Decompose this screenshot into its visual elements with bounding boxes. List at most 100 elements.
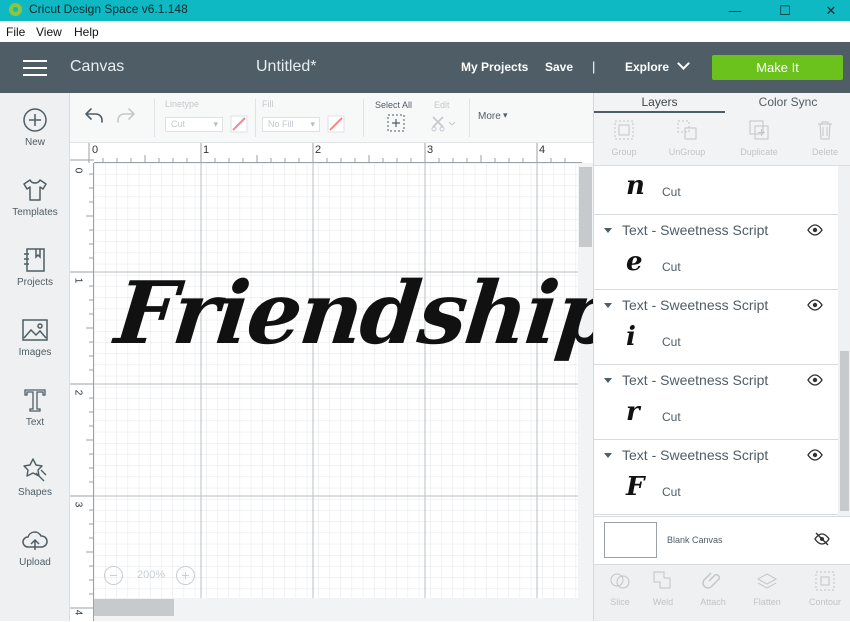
friendship-text-object[interactable]: Friendship — [111, 263, 593, 364]
save-button[interactable]: Save — [545, 60, 573, 74]
hamburger-menu-icon[interactable] — [23, 60, 47, 77]
sidebar-item-label: Upload — [19, 557, 51, 568]
menu-view[interactable]: View — [36, 25, 62, 39]
zoom-in-button[interactable]: + — [176, 566, 195, 585]
more-button[interactable]: More — [478, 111, 501, 122]
redo-icon[interactable] — [115, 106, 137, 124]
layer-operation: Cut — [662, 335, 681, 349]
ruler-top-label: 2 — [315, 144, 322, 156]
linetype-select[interactable]: Cut — [165, 117, 223, 132]
weld-icon — [653, 571, 671, 589]
ungroup-label: UnGroup — [668, 147, 706, 157]
eye-icon[interactable] — [807, 299, 823, 311]
delete-label: Delete — [811, 147, 838, 157]
layer-thumbnail: n — [626, 171, 645, 201]
image-icon — [22, 319, 48, 341]
edit-toolbar: Linetype Cut Fill No Fill Select All Edi… — [70, 93, 593, 143]
layer-group[interactable]: Text - Sweetness Script r Cut — [594, 365, 838, 440]
toolbar-divider — [255, 99, 256, 137]
sidebar-item-new[interactable]: New — [0, 96, 70, 166]
header-separator: | — [592, 59, 596, 74]
eye-icon[interactable] — [807, 449, 823, 461]
make-it-button[interactable]: Make It — [712, 55, 843, 80]
sidebar-item-shapes[interactable]: Shapes — [0, 446, 70, 516]
eye-icon[interactable] — [807, 224, 823, 236]
ungroup-button[interactable]: UnGroup — [657, 114, 717, 166]
edit-label: Edit — [434, 100, 450, 110]
expand-caret-icon[interactable] — [604, 303, 612, 308]
toolbar-divider — [154, 99, 155, 137]
weld-button[interactable]: Weld — [637, 565, 689, 622]
tab-color-sync[interactable]: Color Sync — [725, 93, 850, 113]
linetype-color-swatch-icon[interactable] — [230, 115, 248, 133]
flatten-button[interactable]: Flatten — [741, 565, 793, 622]
delete-button[interactable]: Delete — [795, 114, 850, 166]
zoom-control: − 200% + — [104, 562, 196, 588]
sidebar-item-label: Shapes — [18, 487, 52, 498]
layer-operation: Cut — [662, 485, 681, 499]
plus-circle-icon — [23, 108, 47, 132]
layer-operation: Cut — [662, 260, 681, 274]
layer-group[interactable]: n Cut — [594, 166, 838, 215]
attach-label: Attach — [700, 597, 726, 607]
linetype-label: Linetype — [165, 99, 200, 109]
zoom-out-button[interactable]: − — [104, 566, 123, 585]
sidebar-item-templates[interactable]: Templates — [0, 166, 70, 236]
design-panel-sidebar: New Templates Projects Images Text Shape… — [0, 93, 70, 621]
fill-select[interactable]: No Fill — [262, 117, 320, 132]
tab-layers[interactable]: Layers — [594, 93, 725, 113]
ruler-top-label: 4 — [539, 144, 546, 156]
eye-off-icon[interactable] — [814, 532, 830, 546]
expand-caret-icon[interactable] — [604, 378, 612, 383]
maximize-button[interactable]: ☐ — [762, 0, 808, 21]
my-projects-button[interactable]: My Projects — [461, 60, 528, 74]
design-canvas[interactable]: 0 1 2 3 4 0 1 2 3 4 Friendship — [70, 143, 593, 621]
flatten-icon — [756, 573, 778, 589]
explore-button[interactable]: Explore — [625, 60, 669, 74]
section-title: Canvas — [70, 58, 125, 75]
layers-scrollbar[interactable] — [838, 166, 850, 516]
sidebar-item-projects[interactable]: Projects — [0, 236, 70, 306]
contour-label: Contour — [808, 597, 842, 607]
menu-file[interactable]: File — [6, 25, 25, 39]
cricut-logo-icon — [9, 3, 22, 16]
layer-group[interactable]: Text - Sweetness Script e Cut — [594, 215, 838, 290]
layer-thumbnail: F — [626, 472, 645, 502]
contour-button[interactable]: Contour — [799, 565, 850, 622]
sidebar-item-upload[interactable]: Upload — [0, 516, 70, 586]
edit-scissors-icon[interactable] — [430, 114, 456, 132]
layer-name: Text - Sweetness Script — [622, 447, 769, 463]
attach-button[interactable]: Attach — [687, 565, 739, 622]
paperclip-icon — [702, 572, 720, 589]
eye-icon[interactable] — [807, 374, 823, 386]
group-button[interactable]: Group — [594, 114, 654, 166]
duplicate-button[interactable]: Duplicate — [729, 114, 789, 166]
layer-group[interactable]: Text - Sweetness Script F Cut — [594, 440, 838, 515]
sidebar-item-text[interactable]: Text — [0, 376, 70, 446]
more-caret-icon[interactable]: ▾ — [503, 110, 508, 121]
sidebar-item-images[interactable]: Images — [0, 306, 70, 376]
group-label: Group — [611, 147, 637, 157]
layer-name: Text - Sweetness Script — [622, 372, 769, 388]
layers-scrollbar-thumb[interactable] — [840, 351, 849, 511]
select-all-icon[interactable] — [387, 114, 405, 132]
menu-bar: File View Help — [0, 21, 850, 42]
expand-caret-icon[interactable] — [604, 453, 612, 458]
layers-list: n Cut Text - Sweetness Script e Cut Text… — [594, 166, 838, 516]
chevron-down-icon[interactable] — [677, 57, 690, 70]
weld-label: Weld — [652, 597, 674, 607]
document-title[interactable]: Untitled* — [256, 58, 316, 76]
fill-color-swatch-icon[interactable] — [327, 115, 345, 133]
menu-help[interactable]: Help — [74, 25, 99, 39]
expand-caret-icon[interactable] — [604, 228, 612, 233]
canvas-color-swatch[interactable] — [604, 522, 657, 558]
undo-icon[interactable] — [83, 106, 105, 124]
layers-panel: Layers Color Sync Group UnGroup Duplicat… — [593, 93, 850, 621]
close-window-button[interactable]: ✕ — [808, 0, 850, 21]
blank-canvas-layer[interactable]: Blank Canvas — [594, 516, 850, 564]
ruler-left-label: 4 — [72, 609, 84, 616]
title-bar: Cricut Design Space v6.1.148 — ☐ ✕ — [0, 0, 850, 21]
minimize-button[interactable]: — — [712, 0, 758, 21]
layer-name: Text - Sweetness Script — [622, 222, 769, 238]
layer-group[interactable]: Text - Sweetness Script i Cut — [594, 290, 838, 365]
